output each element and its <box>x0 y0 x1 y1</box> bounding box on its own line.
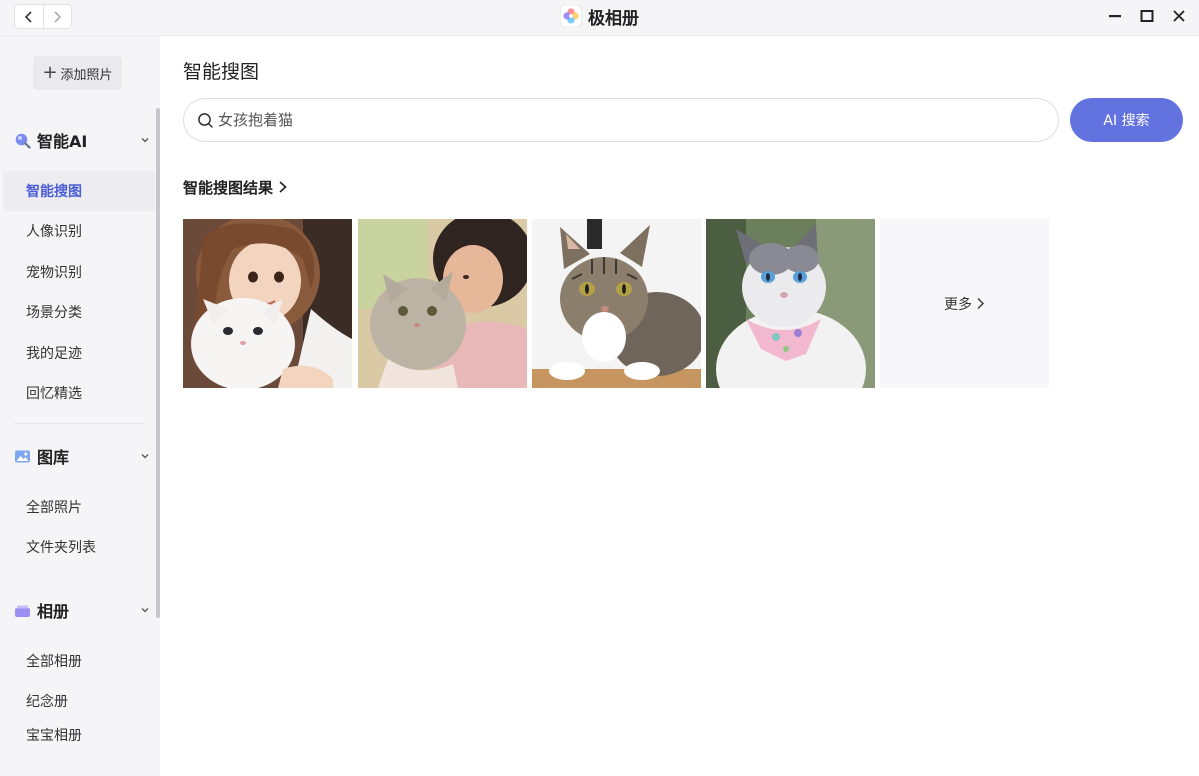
section-label-library: 图库 <box>37 448 70 467</box>
sidebar-item-face-recognition[interactable]: 人像识别 <box>3 211 155 251</box>
back-button[interactable] <box>15 5 43 28</box>
history-nav <box>14 4 72 29</box>
app-title: 极相册 <box>588 8 639 29</box>
section-label-ai: 智能AI <box>37 132 88 151</box>
section-label-albums: 相册 <box>37 602 70 621</box>
page-title: 智能搜图 <box>183 61 260 83</box>
plus-icon: + <box>42 62 58 83</box>
results-header[interactable]: 智能搜图结果 <box>183 176 289 198</box>
sidebar-item-pet-recognition[interactable]: 宠物识别 <box>3 252 155 292</box>
add-photo-button[interactable]: + 添加照片 <box>33 56 122 90</box>
result-thumbnail[interactable] <box>532 219 701 388</box>
title-bar: 极相册 <box>0 0 1199 36</box>
result-thumbnail[interactable] <box>706 219 875 388</box>
more-results-button[interactable]: 更多 <box>880 219 1049 388</box>
search-icon <box>198 112 213 128</box>
girl-hugging-white-kitten-image <box>183 219 352 388</box>
ragdoll-cat-with-bandana-image <box>706 219 875 388</box>
child-hugging-grey-cat-image <box>358 219 527 388</box>
sidebar-item-smart-search[interactable]: 智能搜图 <box>3 171 155 211</box>
section-header-albums[interactable]: 相册 <box>14 598 154 622</box>
sidebar-item-scene-classification[interactable]: 场景分类 <box>3 292 155 332</box>
close-button[interactable] <box>1169 5 1189 27</box>
ai-search-button[interactable]: AI 搜索 <box>1070 98 1183 142</box>
result-thumbnail[interactable] <box>358 219 527 388</box>
sidebar-item-memories[interactable]: 回忆精选 <box>3 373 155 413</box>
more-label: 更多 <box>944 296 972 313</box>
chevron-down-icon <box>141 138 149 143</box>
sidebar-item-commemorative-album[interactable]: 纪念册 <box>3 681 155 721</box>
chevron-right-icon <box>54 10 62 23</box>
tabby-cat-lying-image <box>532 219 701 388</box>
close-icon <box>1173 10 1185 22</box>
maximize-button[interactable] <box>1137 5 1157 27</box>
album-icon <box>15 605 30 617</box>
forward-button[interactable] <box>42 5 72 28</box>
ai-search-icon <box>15 133 31 149</box>
add-photo-label: 添加照片 <box>60 67 113 83</box>
chevron-right-icon <box>279 181 287 193</box>
chevron-down-icon <box>141 454 149 459</box>
section-header-library[interactable]: 图库 <box>14 444 154 468</box>
sidebar-item-all-photos[interactable]: 全部照片 <box>3 487 155 527</box>
section-header-ai[interactable]: 智能AI <box>14 128 154 152</box>
sidebar: + 添加照片 智能AI 智能搜图 人像识别 宠物识别 场景分类 我的足迹 回忆精… <box>0 36 160 776</box>
sidebar-item-baby-album[interactable]: 宝宝相册 <box>3 722 155 748</box>
chevron-down-icon <box>141 608 149 613</box>
results-label: 智能搜图结果 <box>183 178 274 197</box>
app-logo-icon <box>560 5 582 27</box>
sidebar-item-folder-list[interactable]: 文件夹列表 <box>3 527 155 567</box>
minimize-button[interactable] <box>1105 5 1125 27</box>
sidebar-divider <box>14 423 144 424</box>
chevron-right-icon <box>977 298 984 309</box>
minimize-icon <box>1109 15 1121 18</box>
app-title-group: 极相册 <box>560 4 639 29</box>
result-thumbnail[interactable] <box>183 219 352 388</box>
sidebar-item-all-albums[interactable]: 全部相册 <box>3 641 155 681</box>
search-input[interactable] <box>218 100 1058 140</box>
chevron-left-icon <box>24 10 32 23</box>
sidebar-item-my-footprints[interactable]: 我的足迹 <box>3 333 155 373</box>
search-box[interactable] <box>183 98 1059 142</box>
window-controls <box>1105 5 1189 27</box>
maximize-icon <box>1140 10 1154 22</box>
main-content: 智能搜图 AI 搜索 智能搜图结果 <box>160 36 1199 776</box>
image-library-icon <box>15 450 30 462</box>
